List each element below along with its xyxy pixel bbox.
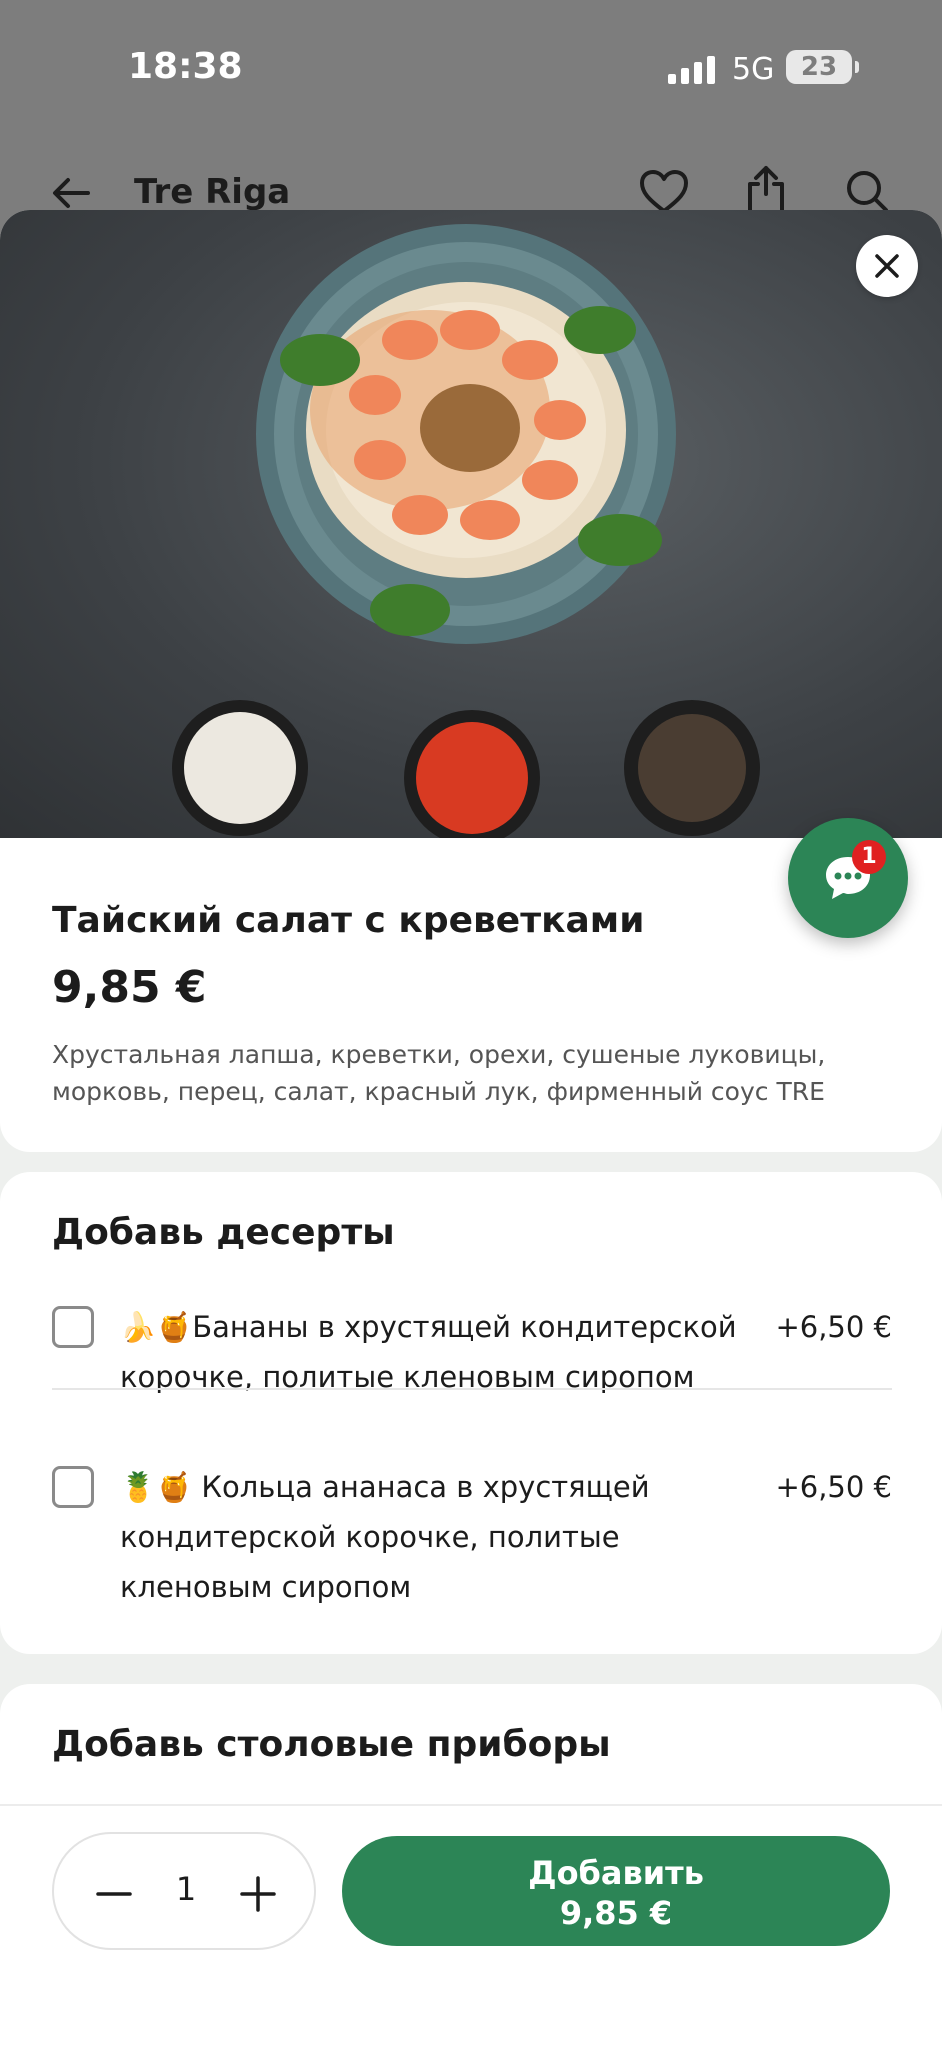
dessert-checkbox[interactable] [52, 1466, 94, 1508]
product-photo [0, 210, 942, 838]
product-description: Хрустальная лапша, креветки, орехи, суше… [52, 1040, 826, 1106]
dessert-price: +6,50 € [775, 1470, 892, 1504]
add-to-cart-button[interactable]: Добавить 9,85 € [342, 1836, 890, 1946]
restaurant-title: Tre Riga [134, 172, 291, 212]
chat-button[interactable]: 1 [788, 818, 908, 938]
network-type: 5G [732, 52, 775, 87]
plus-icon [240, 1876, 276, 1912]
dessert-price: +6,50 € [775, 1310, 892, 1344]
product-sheet: Тайский салат с креветками 9,85 € Хруста… [0, 210, 942, 2048]
desserts-heading: Добавь десерты [52, 1212, 395, 1253]
signal-icon [668, 56, 715, 84]
quantity-value: 1 [175, 1870, 197, 1908]
product-price: 9,85 € [52, 962, 207, 1013]
close-icon [875, 254, 899, 278]
chat-badge: 1 [852, 840, 886, 874]
minus-icon [96, 1892, 132, 1896]
status-time: 18:38 [128, 46, 243, 87]
add-button-label: Добавить [528, 1854, 704, 1892]
cutlery-heading: Добавь столовые приборы [52, 1724, 611, 1765]
quantity-stepper: 1 [52, 1832, 316, 1950]
dessert-option[interactable]: 🍌🍯Бананы в хрустящей кондитерской корочк… [52, 1302, 892, 1402]
bottom-action-bar: 1 Добавить 9,85 € [0, 1804, 942, 2048]
close-button[interactable] [856, 235, 918, 297]
increase-button[interactable] [238, 1874, 278, 1914]
product-name: Тайский салат с креветками [52, 900, 645, 941]
add-button-price: 9,85 € [559, 1894, 673, 1932]
decrease-button[interactable] [94, 1874, 134, 1914]
dessert-label: 🍍🍯 Кольца ананаса в хрустящей кондитерск… [120, 1470, 650, 1604]
divider [52, 1388, 892, 1390]
dessert-label: 🍌🍯Бананы в хрустящей кондитерской корочк… [120, 1310, 737, 1394]
status-bar: 18:38 5G 23 [0, 0, 942, 140]
desserts-section: Добавь десерты 🍌🍯Бананы в хрустящей конд… [0, 1172, 942, 1654]
dessert-option[interactable]: 🍍🍯 Кольца ананаса в хрустящей кондитерск… [52, 1462, 892, 1612]
battery-icon: 23 [786, 50, 859, 84]
dessert-checkbox[interactable] [52, 1306, 94, 1348]
